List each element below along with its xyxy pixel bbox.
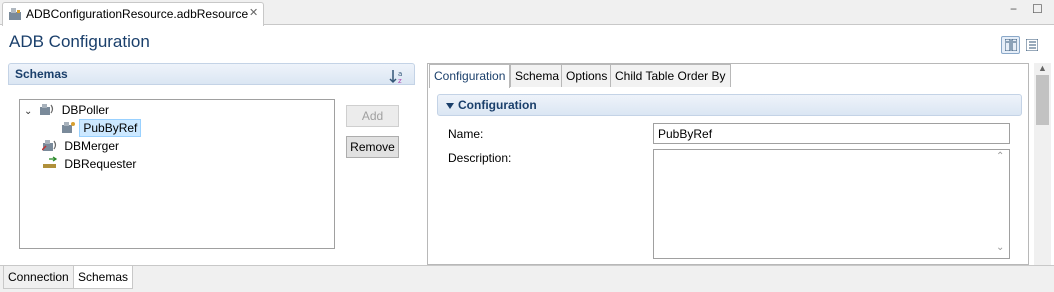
maximize-icon[interactable]: ☐ <box>1032 2 1043 16</box>
svg-text:z: z <box>398 77 402 84</box>
editor-tab[interactable]: ADBConfigurationResource.adbResource ✕ <box>2 2 264 26</box>
db-poller-icon <box>39 102 55 119</box>
db-merger-icon <box>41 138 58 155</box>
collapse-triangle-icon[interactable] <box>446 103 454 109</box>
chevron-down-icon[interactable]: ⌄ <box>24 106 36 117</box>
description-field[interactable]: ⌃ ⌄ <box>653 149 1010 259</box>
add-button[interactable]: Add <box>346 105 399 127</box>
tab-connection[interactable]: Connection <box>3 266 74 289</box>
scroll-down-icon[interactable]: ⌄ <box>996 242 1004 253</box>
close-icon[interactable]: ✕ <box>249 6 258 19</box>
tab-schemas[interactable]: Schemas <box>73 266 134 289</box>
name-field[interactable] <box>653 123 1010 144</box>
schema-tree[interactable]: ⌄ DBPoller PubByRef DBMerger DBRequester <box>19 99 335 249</box>
configuration-section-header[interactable]: Configuration <box>437 94 1022 116</box>
adb-resource-icon <box>8 7 22 24</box>
tree-item-dbpoller[interactable]: ⌄ DBPoller <box>24 102 112 120</box>
tree-item-pubbyref[interactable]: PubByRef <box>60 119 142 138</box>
tree-item-label: PubByRef <box>79 119 142 137</box>
configuration-section-title: Configuration <box>458 98 537 112</box>
schemas-section-header[interactable]: Schemas <box>8 63 415 85</box>
tree-item-dbrequester[interactable]: DBRequester <box>42 156 139 174</box>
tree-item-dbmerger[interactable]: DBMerger <box>41 138 122 156</box>
tab-schema[interactable]: Schema <box>510 64 565 87</box>
db-requester-icon <box>42 156 58 173</box>
scroll-thumb[interactable] <box>1036 75 1049 125</box>
horizontal-layout-button[interactable] <box>1001 36 1020 54</box>
editor-tab-title: ADBConfigurationResource.adbResource <box>26 7 249 21</box>
bottom-tab-bar <box>0 265 1054 292</box>
tab-child-table-order-by[interactable]: Child Table Order By <box>610 64 731 87</box>
scroll-up-icon[interactable]: ⌃ <box>996 151 1004 162</box>
tab-configuration[interactable]: Configuration <box>429 64 511 88</box>
scroll-up-arrow-icon[interactable]: ▲ <box>1038 63 1047 73</box>
name-label: Name: <box>448 127 484 141</box>
description-label: Description: <box>448 151 512 165</box>
remove-button[interactable]: Remove <box>346 136 399 158</box>
vertical-layout-button[interactable] <box>1022 36 1041 54</box>
publisher-icon <box>60 120 76 137</box>
tree-item-label: DBMerger <box>64 139 120 153</box>
tree-item-label: DBPoller <box>61 103 110 117</box>
panel-scrollbar[interactable]: ▲ <box>1034 63 1051 265</box>
page-title: ADB Configuration <box>9 32 150 51</box>
minimize-icon[interactable]: − <box>1010 2 1017 16</box>
tree-item-label: DBRequester <box>64 157 137 171</box>
sort-alphabetical-icon[interactable]: az <box>389 68 407 87</box>
tab-options[interactable]: Options <box>561 64 613 87</box>
description-scrollbar[interactable]: ⌃ ⌄ <box>992 150 1009 258</box>
schemas-section-title: Schemas <box>15 67 68 81</box>
